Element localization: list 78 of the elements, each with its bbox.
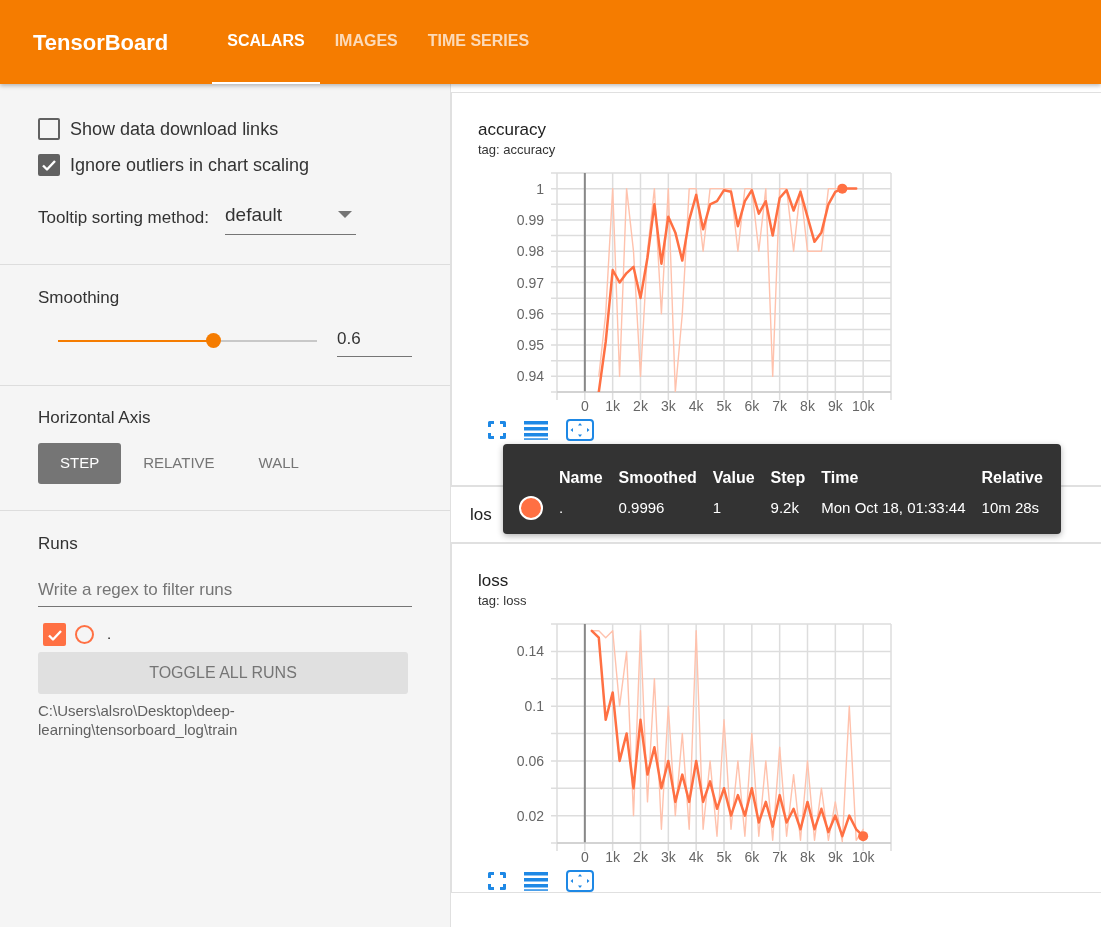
axis-label: 3k [660,397,676,414]
tooltip-value: 9.2k [770,497,800,518]
axis-label: 6k [744,848,760,865]
run-name: . [107,624,112,645]
section-title: Horizontal Axis [38,406,152,429]
fit-icon[interactable] [566,418,594,441]
fit-icon[interactable] [566,869,594,892]
section-title: Runs [38,533,79,555]
axis-label: 0 [580,397,589,414]
axis-label: 0.14 [516,642,544,659]
tooltip-value: . [559,497,565,518]
axis-label: 7k [772,397,788,414]
tooltip-header: Relative [981,468,1043,488]
axis-label: 2k [633,848,648,865]
slider-thumb[interactable] [206,333,222,349]
axis-label: 0.02 [516,807,544,824]
axis-label: 6k [744,397,760,414]
tooltip-header: Name [559,468,603,488]
checkbox[interactable] [38,118,60,140]
axis-label: 0.96 [516,305,544,322]
point-marker [837,183,848,194]
axis-label: 0.94 [516,367,544,384]
axis-label: 0.06 [516,752,544,769]
group-title: los [470,503,492,526]
chart-tag: tag: loss [478,591,1101,611]
section-title: Smoothing [38,286,121,309]
tooltip-header: Time [821,468,860,488]
sort-method-label: Tooltip sorting method: [38,207,210,229]
axis-label: 0 [580,848,589,865]
axis-label: 2k [633,397,648,414]
tooltip-header: Step [770,468,806,488]
checkbox-label: Ignore outliers in chart scaling [70,153,310,177]
smoothing-value-field[interactable]: 0.6 [337,326,412,357]
axis-label: 10k [851,397,875,414]
chart-title: loss [478,571,510,591]
caret-icon [338,211,353,220]
axis-label: 1k [605,397,621,414]
axis-label: 8k [800,848,815,865]
toggle-all-runs-button[interactable]: TOGGLE ALL RUNS [38,652,408,694]
axis-label: 9k [827,397,843,414]
axis-label: 1 [536,180,544,197]
axis-label: 3k [660,848,676,865]
axis-label: 9k [827,848,843,865]
checkbox-label: Show data download links [70,117,279,141]
tooltip-value: 0.9996 [618,497,666,518]
tooltip-value: 1 [712,497,723,518]
chart-title: accuracy [478,120,548,140]
lines-icon[interactable] [524,419,548,440]
axis-label: 1k [605,848,621,865]
axis-label: 0.1 [524,697,544,714]
axis-option-button[interactable]: RELATIVE [121,443,237,484]
run-path: C:\Users\alsro\Desktop\deep-learning\tensorboard_log\train [38,701,239,739]
axis-label: 7k [772,848,788,865]
axis-label: 0.99 [516,211,544,228]
axis-label: 4k [688,848,704,865]
axis-option-button[interactable]: WALL [236,443,321,484]
expand-icon[interactable] [488,871,506,890]
lines-icon[interactable] [524,870,548,891]
chart-tag: tag: accuracy [478,140,1101,160]
tooltip-value: Mon Oct 18, 01:33:44 [821,497,966,518]
axis-label: 4k [688,397,704,414]
tooltip-header: Value [712,468,755,488]
tooltip-value: 10m 28s [981,497,1041,518]
run-checkbox[interactable] [43,623,66,646]
expand-icon[interactable] [488,420,506,439]
tooltip-header: Smoothed [618,468,697,488]
axis-label: 0.95 [516,336,544,353]
axis-label: 8k [800,397,815,414]
axis-label: 10k [851,848,875,865]
run-filter-field[interactable]: Write a regex to filter runs [38,576,412,607]
axis-option-button[interactable]: STEP [38,443,122,484]
axis-label: 0.97 [516,274,544,290]
axis-label: 5k [716,848,732,865]
axis-label: 0.98 [516,242,544,259]
sort-method-dropdown[interactable]: default [225,201,357,235]
axis-label: 5k [716,397,732,414]
app-title: TensorBoard [33,28,169,57]
checkbox[interactable] [38,154,60,176]
